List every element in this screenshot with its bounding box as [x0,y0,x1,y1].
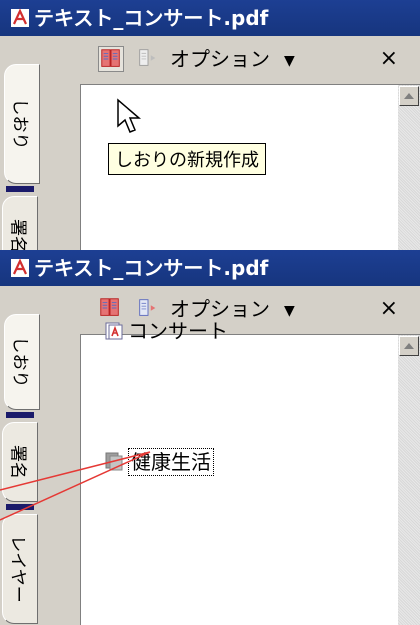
vertical-scrollbar[interactable] [398,335,420,625]
bookmark-panel [80,334,420,625]
tab-layers[interactable]: レイヤー [2,514,38,624]
title-bar: テキスト_コンサート.pdf [0,250,420,286]
chevron-down-icon: ▼ [284,302,295,319]
new-bookmark-button[interactable] [98,46,124,72]
title-bar: テキスト_コンサート.pdf [0,0,420,36]
tab-divider [6,412,34,418]
new-bookmark-icon [101,49,120,67]
close-pane-button[interactable]: × [380,44,398,74]
new-bookmark-icon [100,298,119,316]
acrobat-icon [11,8,29,27]
vertical-scrollbar[interactable] [398,85,420,250]
tab-bookmarks[interactable]: しおり [4,64,40,184]
delete-bookmark-button[interactable] [136,46,162,72]
acrobat-icon [11,258,29,277]
close-pane-button[interactable]: × [380,294,398,324]
delete-bookmark-icon [139,49,156,66]
tooltip-new-bookmark: しおりの新規作成 [108,143,266,175]
options-menu[interactable]: オプション ▼ [170,44,295,74]
tab-divider [6,186,34,192]
mouse-pointer-icon [117,98,142,133]
triangle-up-icon [404,93,414,99]
window-title: テキスト_コンサート.pdf [34,6,269,30]
scroll-up-button[interactable] [399,336,419,356]
bookmark-gray-icon [105,452,123,471]
scroll-up-button[interactable] [399,86,419,106]
tab-signatures[interactable]: 署名 [2,196,38,250]
tab-strip: しおり 署名 [0,36,40,250]
chevron-down-icon: ▼ [284,52,295,69]
tab-divider [6,504,34,510]
new-bookmark-button[interactable] [98,296,124,322]
pdf-window-top: テキスト_コンサート.pdf しおり 署名 オプション ▼ × しおりの新規作成 [0,0,420,250]
pdf-window-bottom: テキスト_コンサート.pdf しおり 署名 レイヤー オプション ▼ × [0,250,420,625]
triangle-up-icon [404,343,414,349]
tab-signatures[interactable]: 署名 [2,422,38,502]
tab-bookmarks[interactable]: しおり [4,314,40,410]
bookmark-toolbar: オプション ▼ × [40,286,420,334]
window-title: テキスト_コンサート.pdf [34,256,269,280]
bookmark-toolbar: オプション ▼ × [40,36,420,84]
tab-strip: しおり 署名 レイヤー [0,286,40,625]
bookmark-doc-icon [105,322,123,340]
